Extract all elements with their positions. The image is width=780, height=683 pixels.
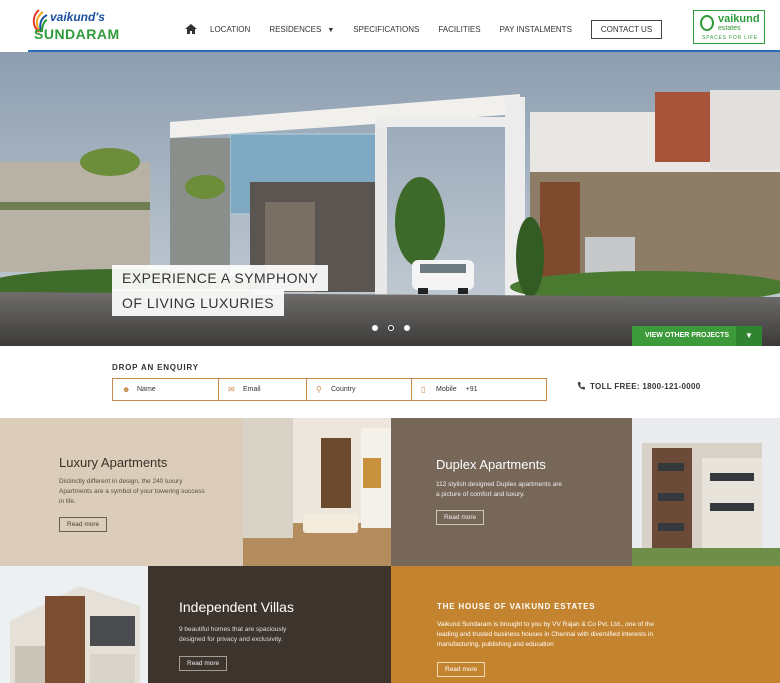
mobile-prefix: +91 <box>465 386 478 393</box>
vaikund-mark-icon <box>700 15 714 31</box>
nav-item-pay-instalments[interactable]: PAY INSTALMENTS <box>500 25 572 34</box>
page: vaikund's SUNDARAM LOCATION RESIDENCES ▼ … <box>0 0 780 683</box>
user-icon: ☻ <box>122 384 131 394</box>
email-placeholder: Email <box>243 386 261 393</box>
mobile-icon: ▯ <box>421 384 426 394</box>
contact-us-button[interactable]: CONTACT US <box>590 19 663 39</box>
logo-line1: vaikund's <box>50 10 105 24</box>
villa-picture <box>0 566 148 683</box>
nav-item-residences-label: RESIDENCES <box>269 24 322 34</box>
villas-read-more-button[interactable]: Read more <box>179 656 228 671</box>
house-read-more-button[interactable]: Read more <box>437 662 486 677</box>
hero-tagline-line2: OF LIVING LUXURIES <box>112 290 285 316</box>
independent-villas-tile: Independent Villas 9 beautiful homes tha… <box>148 566 391 683</box>
hero-tagline-line1: EXPERIENCE A SYMPHONY <box>112 265 329 291</box>
house-title: THE HOUSE OF VAIKUND ESTATES <box>437 602 596 611</box>
hero-slider[interactable]: EXPERIENCE A SYMPHONY OF LIVING LUXURIES <box>0 52 780 346</box>
villas-text: 9 beautiful homes that are spaciously de… <box>179 626 287 643</box>
mobile-field[interactable]: ▯ Mobile +91 <box>412 379 546 400</box>
location-icon: ⚲ <box>316 384 322 394</box>
phone-icon <box>577 382 585 390</box>
logo-line2: SUNDARAM <box>34 26 120 42</box>
enquiry-form: ☻ Name ✉ Email ⚲ Country ▯ Mobile +91 <box>112 378 547 401</box>
email-field[interactable]: ✉ Email <box>219 379 307 400</box>
nav-item-facilities[interactable]: FACILITIES <box>438 25 480 34</box>
villa-image <box>0 566 148 683</box>
nav-item-specifications[interactable]: SPECIFICATIONS <box>353 25 419 34</box>
toll-free-number: TOLL FREE: 1800-121-0000 <box>590 381 701 391</box>
chevron-down-icon: ▼ <box>327 26 335 34</box>
name-placeholder: Name <box>137 386 156 393</box>
nav-item-location[interactable]: LOCATION <box>210 25 250 34</box>
mobile-placeholder: Mobile <box>436 386 457 393</box>
country-placeholder: Country <box>331 386 356 393</box>
main-nav: LOCATION RESIDENCES ▼ SPECIFICATIONS FACI… <box>184 19 663 39</box>
chevron-down-icon[interactable]: ▼ <box>736 326 762 346</box>
nav-item-residences[interactable]: RESIDENCES ▼ <box>269 25 334 34</box>
slider-dot-1[interactable] <box>372 325 378 331</box>
luxury-apartments-tile: Luxury Apartments Distinctly different i… <box>0 418 243 566</box>
villas-title: Independent Villas <box>179 599 294 615</box>
partner-logo-sub: estates <box>718 25 741 32</box>
duplex-title: Duplex Apartments <box>436 457 546 472</box>
duplex-building-picture <box>632 418 780 566</box>
duplex-building-image <box>632 418 780 566</box>
sundaram-logo[interactable]: vaikund's SUNDARAM <box>30 6 119 46</box>
site-header: vaikund's SUNDARAM LOCATION RESIDENCES ▼ … <box>0 0 780 52</box>
interior-picture <box>243 418 391 566</box>
luxury-title: Luxury Apartments <box>59 455 168 470</box>
slider-dot-2[interactable] <box>388 325 394 331</box>
duplex-text: 112 stylish designed Duplex apartments a… <box>436 481 562 498</box>
enquiry-title: DROP AN ENQUIRY <box>112 363 199 372</box>
luxury-read-more-button[interactable]: Read more <box>59 517 108 532</box>
partner-logo-name: vaikund <box>718 13 760 25</box>
vaikund-estates-logo[interactable]: vaikund estates SPACES FOR LIFE <box>693 10 765 44</box>
house-text: Vaikund Sundaram is brought to you by VV… <box>437 621 655 648</box>
name-field[interactable]: ☻ Name <box>113 379 219 400</box>
home-icon[interactable] <box>184 22 198 36</box>
country-field[interactable]: ⚲ Country <box>307 379 412 400</box>
duplex-apartments-tile: Duplex Apartments 112 stylish designed D… <box>391 418 632 566</box>
slider-dot-3[interactable] <box>404 325 410 331</box>
slider-dots <box>372 325 410 331</box>
duplex-read-more-button[interactable]: Read more <box>436 510 485 525</box>
house-of-vaikund-tile: THE HOUSE OF VAIKUND ESTATES Vaikund Sun… <box>391 566 780 683</box>
mail-icon: ✉ <box>228 384 235 394</box>
toll-free: TOLL FREE: 1800-121-0000 <box>576 381 701 391</box>
luxury-text: Distinctly different in design, the 240 … <box>59 478 205 505</box>
luxury-interior-image <box>243 418 391 566</box>
partner-logo-tagline: SPACES FOR LIFE <box>702 35 758 41</box>
